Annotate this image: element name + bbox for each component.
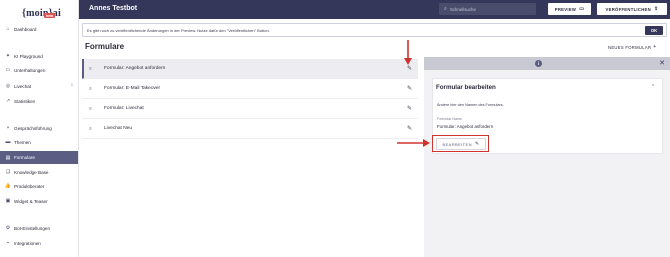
drag-handle-icon[interactable]: ≡ — [89, 106, 94, 112]
drag-handle-icon[interactable]: ≡ — [89, 86, 94, 92]
sidebar-item-livechat[interactable]: ◎ Livechat 0 — [0, 81, 78, 91]
form-name-value: Formular: Angebot anfordern — [437, 124, 494, 129]
sidebar-item-label: Knowledge Base — [14, 169, 49, 175]
preview-button[interactable]: PREVIEW ▭ — [548, 3, 591, 15]
home-icon: ⌂ — [6, 26, 10, 32]
sidebar-item-widget-teaser[interactable]: ▣ Widget & Teaser — [0, 196, 78, 206]
sidebar-item-label: Unterhaltungen — [14, 67, 46, 73]
sidebar-item-label: Themen — [14, 139, 31, 145]
upload-icon: ⇪ — [653, 6, 659, 12]
flow-icon: ⑂ — [6, 125, 10, 131]
notice-text: Es gibt noch zu veröffentlichende Änderu… — [87, 27, 270, 33]
unpublished-changes-notice: Es gibt noch zu veröffentlichende Änderu… — [82, 23, 667, 37]
sidebar-item-label: Dashboard — [14, 26, 37, 32]
bot-title: Annes Testbot — [89, 5, 138, 12]
info-icon[interactable]: i — [535, 60, 542, 67]
sparkle-icon: ✦ — [5, 53, 11, 59]
list-item[interactable]: ≡ Formular: E-Mail Takeover ✎ — [82, 79, 418, 99]
drag-handle-icon[interactable]: ≡ — [89, 126, 94, 132]
drag-handle-icon[interactable]: ≡ — [89, 66, 94, 72]
panel-header-bar — [424, 57, 670, 70]
form-icon: ▤ — [5, 154, 11, 161]
search-placeholder: Schnellsuche — [449, 6, 476, 12]
form-name-label: Formular Name — [437, 117, 462, 121]
list-item[interactable]: ≡ Formular: Angebot anfordern ✎ — [82, 59, 418, 79]
publish-button[interactable]: VERÖFFENTLICHEN ⇪ — [597, 3, 667, 15]
top-bar: Annes Testbot ⌕ Schnellsuche PREVIEW ▭ V… — [79, 0, 670, 19]
pencil-icon[interactable]: ✎ — [407, 105, 412, 112]
plug-icon: ⌁ — [6, 240, 10, 246]
new-form-label: NEUES FORMULAR — [608, 44, 652, 50]
sidebar-item-label: KI Playground — [14, 53, 43, 59]
sidebar-item-gespraechsfuehrung[interactable]: ⑂ Gesprächsführung — [0, 123, 78, 133]
sidebar-item-produktberater[interactable]: 👍 Produktberater — [0, 181, 78, 191]
thumbs-up-icon: 👍 — [4, 183, 12, 189]
chart-icon: ↗ — [5, 98, 11, 104]
search-icon: ⌕ — [444, 6, 447, 12]
sidebar-item-unterhaltungen[interactable]: ▭ Unterhaltungen — [0, 65, 78, 75]
pencil-icon[interactable]: ✎ — [407, 85, 412, 92]
sidebar-item-knowledge-base[interactable]: ❑ Knowledge Base — [0, 167, 78, 177]
sidebar-item-themen[interactable]: ▬ Themen — [0, 137, 78, 147]
app-window: {moin}ai beta ⌂ Dashboard ✦ KI Playgroun… — [0, 0, 670, 257]
pencil-icon[interactable]: ✎ — [407, 65, 412, 72]
preview-label: PREVIEW — [554, 6, 577, 12]
book-icon: ❑ — [5, 169, 11, 175]
chat-bubble-icon: ▭ — [579, 6, 585, 12]
sidebar: {moin}ai beta ⌂ Dashboard ✦ KI Playgroun… — [0, 0, 79, 257]
widget-icon: ▣ — [5, 198, 11, 204]
gear-icon: ⚙ — [5, 225, 11, 231]
headset-icon: ◎ — [5, 83, 11, 89]
logo-text: {moin}ai — [22, 8, 61, 19]
sidebar-item-formulare[interactable]: ▤ Formulare — [0, 151, 78, 164]
sidebar-item-label: Gesprächsführung — [14, 125, 52, 131]
card-hint: Ändere hier den Namen des Formulars. — [437, 103, 504, 107]
form-list: ≡ Formular: Angebot anfordern ✎ ≡ Formul… — [82, 59, 418, 139]
sidebar-item-dashboard[interactable]: ⌂ Dashboard — [0, 24, 78, 34]
sidebar-item-statistiken[interactable]: ↗ Statistiken — [0, 96, 78, 106]
search-input[interactable]: ⌕ Schnellsuche — [439, 3, 536, 15]
sidebar-item-label: Produktberater — [14, 183, 45, 189]
livechat-count-badge: 0 — [71, 83, 73, 87]
sidebar-item-label: Integrationen — [14, 240, 41, 246]
form-name: Formular: E-Mail Takeover — [104, 86, 161, 91]
publish-label: VERÖFFENTLICHEN — [605, 6, 651, 12]
pencil-icon[interactable]: ✎ — [407, 125, 412, 132]
logo[interactable]: {moin}ai beta — [22, 3, 62, 19]
chat-icon: ▭ — [5, 67, 11, 73]
annotation-highlight-box — [432, 135, 489, 152]
sidebar-item-label: Livechat — [14, 83, 32, 89]
new-form-button[interactable]: NEUES FORMULAR + — [608, 44, 657, 50]
sidebar-item-label: Formulare — [14, 155, 35, 160]
card-title: Formular bearbeiten — [436, 84, 496, 91]
form-name: Formular: Livechat — [104, 106, 144, 111]
sidebar-item-label: Bot-Einstellungen — [14, 225, 51, 231]
logo-badge: beta — [44, 13, 56, 18]
close-icon[interactable]: ✕ — [659, 59, 665, 67]
folder-icon: ▬ — [5, 139, 11, 145]
ok-button[interactable]: OK — [645, 26, 663, 35]
chevron-up-icon[interactable]: ⌃ — [651, 84, 655, 90]
form-name: Livechat Neu — [104, 126, 132, 131]
plus-icon: + — [653, 44, 657, 50]
sidebar-item-label: Widget & Teaser — [14, 198, 48, 204]
form-name: Formular: Angebot anfordern — [104, 66, 166, 71]
sidebar-item-integrationen[interactable]: ⌁ Integrationen — [0, 238, 78, 248]
list-item[interactable]: ≡ Formular: Livechat ✎ — [82, 99, 418, 119]
sidebar-item-ki-playground[interactable]: ✦ KI Playground — [0, 51, 78, 61]
sidebar-item-bot-einstellungen[interactable]: ⚙ Bot-Einstellungen — [0, 223, 78, 233]
page-title: Formulare — [85, 42, 125, 51]
list-item[interactable]: ≡ Livechat Neu ✎ — [82, 119, 418, 139]
sidebar-item-label: Statistiken — [14, 98, 36, 104]
